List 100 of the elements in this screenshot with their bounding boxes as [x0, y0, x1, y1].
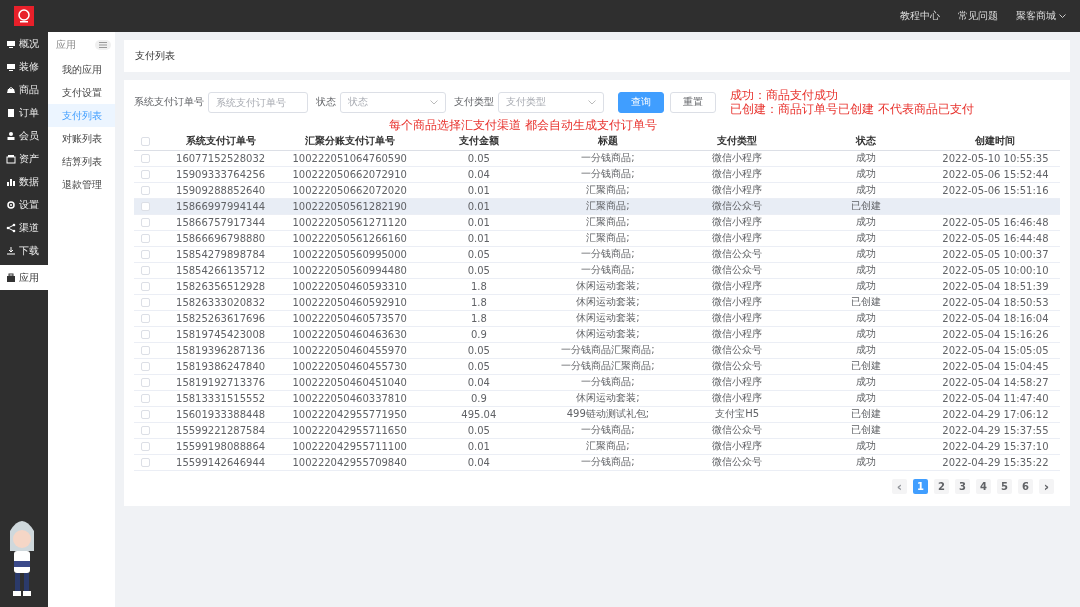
- sidebar-item[interactable]: 资产: [0, 147, 48, 170]
- table-cell: 1.8: [470, 280, 487, 292]
- table-cell: 15825263617696: [176, 312, 266, 324]
- row-checkbox[interactable]: [140, 458, 150, 467]
- row-checkbox[interactable]: [140, 330, 150, 339]
- page-button[interactable]: 6: [1018, 478, 1033, 494]
- sidebar-item[interactable]: 数据: [0, 170, 48, 193]
- submenu-item[interactable]: 对账列表: [48, 127, 115, 150]
- table-cell: 已创建: [851, 199, 882, 213]
- logo-icon: [14, 6, 34, 26]
- table-cell: 汇聚商品;: [586, 439, 630, 453]
- row-checkbox[interactable]: [140, 250, 150, 259]
- nav-link[interactable]: 常见问题: [958, 9, 998, 23]
- sidebar-item[interactable]: 会员: [0, 124, 48, 147]
- row-checkbox[interactable]: [140, 314, 150, 323]
- row-checkbox[interactable]: [140, 170, 150, 179]
- table-cell: 15599142646944: [176, 456, 266, 468]
- table-cell: 0.01: [467, 200, 490, 212]
- table-cell: 2022-05-05 10:00:37: [942, 248, 1049, 260]
- table-cell: 休闲运动套装;: [576, 391, 640, 405]
- row-checkbox[interactable]: [140, 266, 150, 275]
- table-cell: 100222050460451040: [292, 376, 407, 388]
- page-button[interactable]: 4: [976, 478, 991, 494]
- column-header: 系统支付订单号: [185, 133, 256, 148]
- page-button[interactable]: 5: [997, 478, 1012, 494]
- field-label: 支付类型: [454, 95, 494, 109]
- column-header: 支付金额: [458, 133, 499, 148]
- table-cell: 一分钱商品;: [581, 375, 635, 389]
- table-cell: 15909288852640: [176, 184, 266, 196]
- submenu-item[interactable]: 退款管理: [48, 173, 115, 196]
- table-cell: 成功: [856, 391, 877, 405]
- row-checkbox[interactable]: [140, 410, 150, 419]
- row-checkbox[interactable]: [140, 394, 150, 403]
- annotation-text: 成功：商品支付成功: [730, 88, 839, 102]
- select-all-checkbox[interactable]: [140, 136, 150, 146]
- row-checkbox[interactable]: [140, 154, 150, 163]
- table-cell: 15826333020832: [176, 296, 266, 308]
- row-checkbox[interactable]: [140, 426, 150, 435]
- table-cell: 2022-05-05 10:00:10: [942, 264, 1049, 276]
- table-cell: 100222050460592910: [292, 296, 407, 308]
- sidebar-item[interactable]: 商品: [0, 78, 48, 101]
- row-checkbox[interactable]: [140, 298, 150, 307]
- table-cell: 休闲运动套装;: [576, 311, 640, 325]
- reset-button[interactable]: 重置: [670, 91, 716, 113]
- page-button[interactable]: 2: [934, 478, 949, 494]
- menu-icon: [6, 272, 16, 283]
- table-cell: 成功: [856, 279, 877, 293]
- table-cell: 已创建: [851, 423, 882, 437]
- row-checkbox[interactable]: [140, 186, 150, 195]
- table-cell: 微信小程序: [712, 311, 763, 325]
- sidebar-item[interactable]: 概况: [0, 32, 48, 55]
- menu-toggle-icon[interactable]: [95, 40, 111, 50]
- row-checkbox[interactable]: [140, 378, 150, 387]
- menu-icon: [6, 130, 16, 141]
- sidebar-item[interactable]: 应用: [0, 265, 48, 290]
- field-label: 系统支付订单号: [134, 95, 204, 109]
- table-cell: 100222050460337810: [292, 392, 407, 404]
- column-header: 状态: [856, 133, 877, 148]
- table-cell: 微信小程序: [712, 327, 763, 341]
- submenu-item[interactable]: 结算列表: [48, 150, 115, 173]
- table-cell: 微信小程序: [712, 215, 763, 229]
- table-cell: 15819396287136: [176, 344, 266, 356]
- sidebar-item[interactable]: 设置: [0, 193, 48, 216]
- table-cell: 15866757917344: [176, 216, 266, 228]
- table-cell: 成功: [856, 151, 877, 165]
- row-checkbox[interactable]: [140, 442, 150, 451]
- table-cell: 0.9: [470, 392, 487, 404]
- table-cell: 100222050561282190: [292, 200, 407, 212]
- sidebar-item[interactable]: 装修: [0, 55, 48, 78]
- row-checkbox[interactable]: [140, 218, 150, 227]
- row-checkbox[interactable]: [140, 362, 150, 371]
- table-cell: 已创建: [851, 359, 882, 373]
- input-field[interactable]: 系统支付订单号: [208, 91, 308, 113]
- table-cell: 15909333764256: [176, 168, 266, 180]
- table-cell: 休闲运动套装;: [576, 279, 640, 293]
- table-cell: 休闲运动套装;: [576, 295, 640, 309]
- submenu-item[interactable]: 支付设置: [48, 81, 115, 104]
- page-button[interactable]: 3: [955, 478, 970, 494]
- nav-link[interactable]: 教程中心: [900, 9, 940, 23]
- sidebar-item[interactable]: 订单: [0, 101, 48, 124]
- table-cell: 微信公众号: [712, 263, 763, 277]
- row-checkbox[interactable]: [140, 346, 150, 355]
- sidebar-item[interactable]: 渠道: [0, 216, 48, 239]
- table-cell: 15854279898784: [176, 248, 266, 260]
- table-cell: 0.01: [467, 440, 490, 452]
- nav-link[interactable]: 聚客商城: [1016, 9, 1066, 23]
- row-checkbox[interactable]: [140, 282, 150, 291]
- submenu-item[interactable]: 我的应用: [48, 58, 115, 81]
- table-cell: 汇聚商品;: [586, 215, 630, 229]
- row-checkbox[interactable]: [140, 234, 150, 243]
- table-cell: 100222042955771950: [292, 408, 407, 420]
- sidebar-item[interactable]: 下载: [0, 239, 48, 262]
- table-cell: 一分钱商品;: [581, 151, 635, 165]
- next-page-button[interactable]: ›: [1039, 478, 1054, 494]
- row-checkbox[interactable]: [140, 202, 150, 211]
- table-cell: 15599221287584: [176, 424, 266, 436]
- table-cell: 微信公众号: [712, 423, 763, 437]
- field-label: 状态: [316, 95, 336, 109]
- annotation-text: 每个商品选择汇支付渠道 都会自动生成支付订单号: [389, 118, 657, 132]
- table-cell: 一分钱商品;: [581, 247, 635, 261]
